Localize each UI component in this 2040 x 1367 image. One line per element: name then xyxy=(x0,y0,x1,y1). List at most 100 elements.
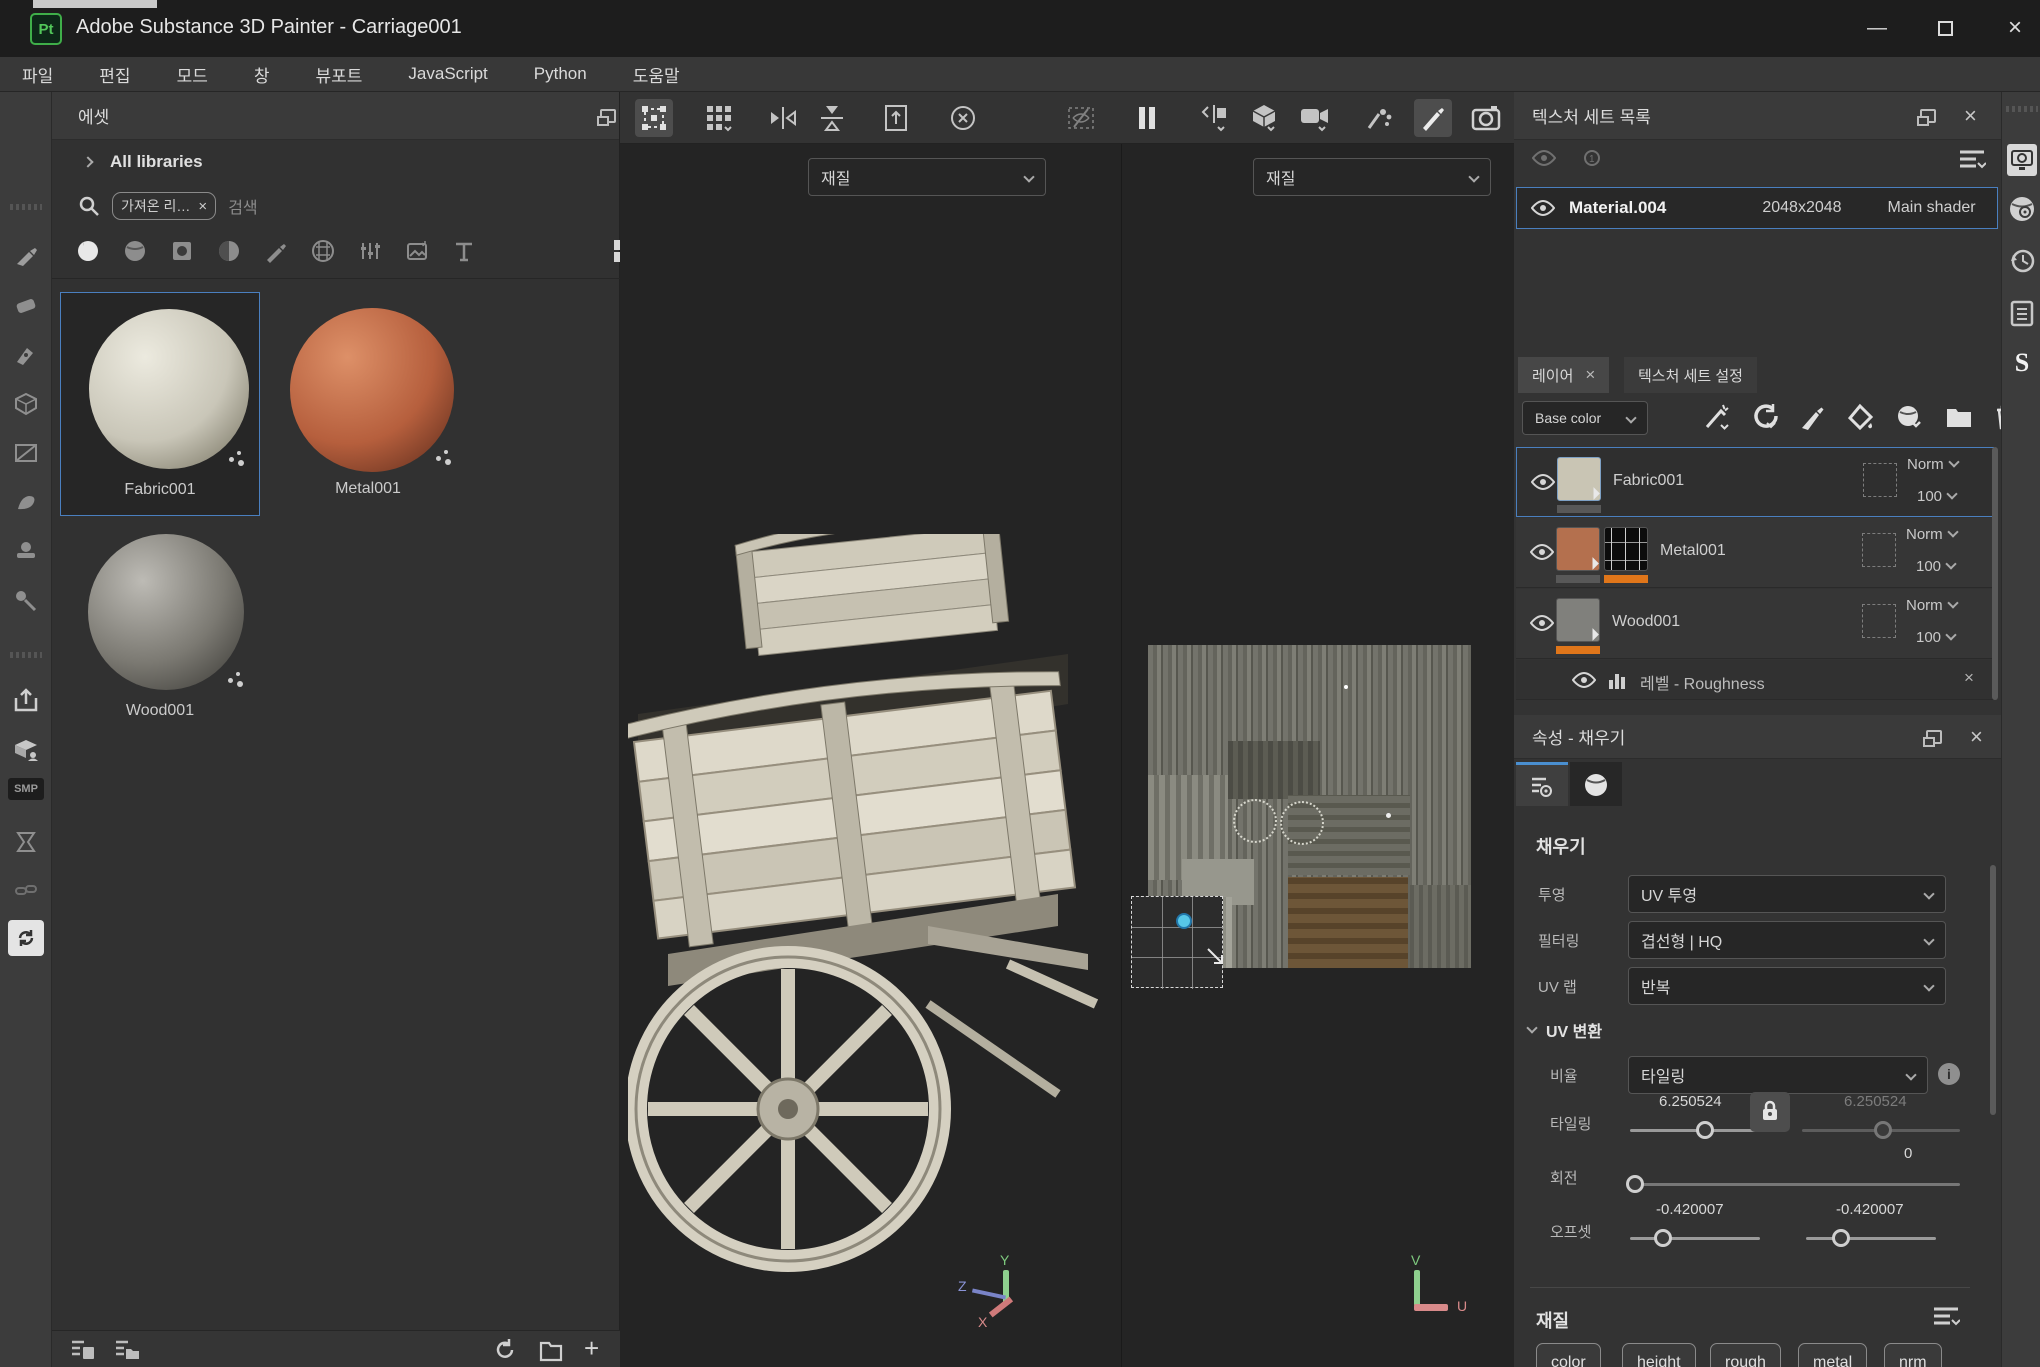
save-asset-list-icon[interactable] xyxy=(70,1338,96,1362)
scale-dropdown[interactable]: 타일링 xyxy=(1628,1056,1928,1094)
menu-help[interactable]: 도움말 xyxy=(633,62,680,87)
rotation-slider[interactable] xyxy=(1628,1183,1960,1186)
tiling-x-value[interactable]: 6.250524 xyxy=(1659,1093,1722,1110)
pause-engine-icon[interactable] xyxy=(1128,99,1166,137)
menu-window[interactable]: 창 xyxy=(254,62,270,87)
properties-scrollbar[interactable] xyxy=(1990,865,1996,1115)
filter-textures-icon[interactable] xyxy=(405,239,429,263)
close-panel-icon[interactable]: × xyxy=(1970,726,1983,748)
eye-sync-icon[interactable] xyxy=(1532,150,1556,166)
toolbar-drag-handle[interactable] xyxy=(10,204,42,210)
menu-edit[interactable]: 편집 xyxy=(99,62,130,87)
close-panel-icon[interactable]: × xyxy=(1964,105,1977,127)
close-button[interactable]: × xyxy=(2000,14,2030,42)
paint-brush-tool[interactable] xyxy=(8,237,44,273)
minimize-button[interactable]: — xyxy=(1862,14,1892,42)
uv-transform-section[interactable]: UV 변환 xyxy=(1528,1018,1602,1042)
offset-x-slider[interactable] xyxy=(1630,1237,1760,1240)
toolbar-drag-handle-2[interactable] xyxy=(10,652,42,658)
material-options-icon[interactable] xyxy=(1932,1305,1960,1329)
filter-smart-materials-icon[interactable] xyxy=(123,239,147,263)
layer-thumbnail[interactable] xyxy=(1556,527,1600,571)
menu-mode[interactable]: 모드 xyxy=(177,62,208,87)
smp-badge-icon[interactable]: SMP xyxy=(8,778,44,800)
channel-color-button[interactable]: color xyxy=(1536,1343,1601,1367)
tiling-mode-icon[interactable] xyxy=(700,99,738,137)
projection-dropdown[interactable]: UV 투영 xyxy=(1628,875,1946,913)
menu-file[interactable]: 파일 xyxy=(22,62,53,87)
channel-height-button[interactable]: height xyxy=(1622,1343,1696,1367)
layer-visibility-icon[interactable] xyxy=(1530,615,1554,631)
remove-filter-icon[interactable]: × xyxy=(198,198,207,215)
menu-javascript[interactable]: JavaScript xyxy=(408,64,487,84)
split-view-icon[interactable] xyxy=(1196,99,1234,137)
undock-icon[interactable] xyxy=(600,109,616,123)
mirror-horizontal-icon[interactable] xyxy=(764,99,802,137)
layer-opacity[interactable]: 100 xyxy=(1916,558,1955,575)
asset-metal001[interactable]: Metal001 xyxy=(268,292,468,516)
search-input[interactable]: 검색 xyxy=(228,194,257,218)
layer-visibility-icon[interactable] xyxy=(1530,544,1554,560)
tiling-y-slider[interactable] xyxy=(1802,1129,1960,1132)
gizmo-scale-handle[interactable] xyxy=(1204,945,1226,967)
channel-metal-button[interactable]: metal xyxy=(1798,1343,1867,1367)
menu-python[interactable]: Python xyxy=(534,64,587,84)
offset-y-slider[interactable] xyxy=(1806,1237,1936,1240)
layer-thumbnail[interactable] xyxy=(1556,598,1600,642)
smudge-tool[interactable] xyxy=(8,484,44,520)
add-asset-icon[interactable]: + xyxy=(584,1333,599,1364)
layer-blend-mode[interactable]: Norm xyxy=(1906,526,1957,543)
channel-nrm-button[interactable]: nrm xyxy=(1884,1343,1942,1367)
uv-transform-gizmo[interactable] xyxy=(1131,896,1223,988)
search-filter-tag[interactable]: 가져온 리… × xyxy=(112,192,216,220)
shader-display-dropdown-3d[interactable]: 재질 xyxy=(808,158,1046,196)
layer-blend-mode[interactable]: Norm xyxy=(1906,597,1957,614)
add-smart-material-icon[interactable] xyxy=(1896,404,1924,430)
paint-mode-icon[interactable] xyxy=(1414,99,1452,137)
view-3d-icon[interactable] xyxy=(1246,99,1284,137)
add-paint-layer-icon[interactable] xyxy=(1800,404,1826,430)
layer-blend-mode[interactable]: Norm xyxy=(1907,456,1958,473)
add-fill-layer-icon[interactable] xyxy=(1847,403,1875,431)
filter-alphas-icon[interactable] xyxy=(170,239,194,263)
visibility-eye-icon[interactable] xyxy=(1531,200,1555,216)
layer-mask-slot[interactable] xyxy=(1862,533,1896,567)
display-settings-icon[interactable] xyxy=(2007,144,2037,176)
shader-display-dropdown-2d[interactable]: 재질 xyxy=(1253,158,1491,196)
add-group-icon[interactable] xyxy=(1945,405,1973,429)
camera-view-icon[interactable] xyxy=(1296,99,1334,137)
filtering-dropdown[interactable]: 겹선형 | HQ xyxy=(1628,921,1946,959)
log-icon[interactable] xyxy=(2007,298,2037,328)
substance-logo-icon[interactable]: S xyxy=(2007,348,2037,378)
asset-wood001[interactable]: Wood001 xyxy=(60,520,260,744)
particles-icon[interactable] xyxy=(1360,99,1398,137)
undock-icon[interactable] xyxy=(1920,109,1936,123)
dock-drag-handle[interactable] xyxy=(2006,106,2038,112)
frame-snap-icon[interactable] xyxy=(877,99,915,137)
layer-visibility-icon[interactable] xyxy=(1531,474,1555,490)
layer-thumbnail[interactable] xyxy=(1557,457,1601,501)
clone-stamp-tool[interactable] xyxy=(8,533,44,569)
viewport-2d[interactable]: 재질 V U xyxy=(1122,144,1514,1367)
undock-icon[interactable] xyxy=(1926,730,1942,744)
channel-dropdown[interactable]: Base color xyxy=(1522,401,1648,435)
add-effect-icon[interactable] xyxy=(1704,403,1730,431)
tab-layers[interactable]: 레이어 × xyxy=(1518,357,1609,393)
history-icon[interactable] xyxy=(2007,246,2037,276)
texture-set-row[interactable]: Material.004 2048x2048 Main shader xyxy=(1516,187,1998,229)
export-icon[interactable] xyxy=(8,682,44,718)
uv-wrap-dropdown[interactable]: 반복 xyxy=(1628,967,1946,1005)
rotation-snap-icon[interactable] xyxy=(944,99,982,137)
info-icon[interactable]: i xyxy=(1938,1063,1960,1085)
layer-mask-thumbnail[interactable] xyxy=(1604,527,1648,571)
new-folder-icon[interactable] xyxy=(538,1337,564,1363)
sync-icon[interactable] xyxy=(8,920,44,956)
hourglass-icon[interactable] xyxy=(8,824,44,860)
filter-filters-icon[interactable] xyxy=(217,239,241,263)
eye-single-icon[interactable]: 1 xyxy=(1580,150,1604,166)
shader-settings-icon[interactable] xyxy=(2007,194,2037,224)
filter-brushes-icon[interactable] xyxy=(264,239,288,263)
layer-row-metal001[interactable]: Metal001 Norm 100 xyxy=(1516,518,1994,588)
layer-effect-row[interactable]: 레벨 - Roughness × xyxy=(1516,660,1994,700)
layer-row-fabric001[interactable]: Fabric001 Norm 100 xyxy=(1516,447,1994,517)
